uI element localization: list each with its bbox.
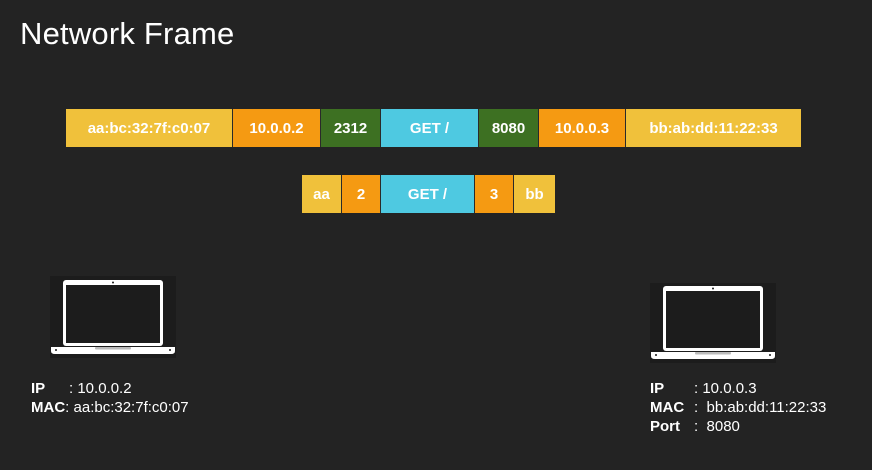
mac-sep: : — [694, 399, 707, 416]
frame-seg-src-ip-short: 2 — [342, 175, 381, 213]
frame-seg-dst-mac-short: bb — [514, 175, 555, 213]
host-left-info: IP: 10.0.0.2 MAC: aa:bc:32:7f:c0:07 — [31, 379, 189, 417]
frame-seg-src-port: 2312 — [321, 109, 381, 147]
ip-label: IP — [31, 380, 46, 397]
host-right-mac-value: bb:ab:dd:11:22:33 — [706, 399, 827, 416]
frame-seg-src-mac-short: aa — [302, 175, 342, 213]
page-title: Network Frame — [20, 16, 235, 51]
frame-seg-payload-short: GET / — [381, 175, 475, 213]
frame-full: aa:bc:32:7f:c0:07 10.0.0.2 2312 GET / 80… — [66, 109, 801, 147]
laptop-icon — [650, 283, 776, 363]
host-right-ip-line: IP: 10.0.0.3 — [650, 379, 826, 398]
host-right-port-value: 8080 — [706, 418, 740, 435]
frame-short: aa 2 GET / 3 bb — [302, 175, 555, 213]
port-sep: : — [694, 418, 707, 435]
frame-seg-payload: GET / — [381, 109, 479, 147]
port-label: Port — [650, 418, 680, 435]
frame-seg-dst-port: 8080 — [479, 109, 539, 147]
host-right-ip-value: 10.0.0.3 — [702, 380, 757, 397]
host-right-info: IP: 10.0.0.3 MAC: bb:ab:dd:11:22:33 Port… — [650, 379, 826, 436]
frame-seg-dst-ip-short: 3 — [475, 175, 514, 213]
laptop-icon — [50, 276, 176, 358]
host-left-ip-value: 10.0.0.2 — [77, 380, 132, 397]
host-left-mac-line: MAC: aa:bc:32:7f:c0:07 — [31, 398, 189, 417]
frame-seg-dst-ip: 10.0.0.3 — [539, 109, 626, 147]
frame-seg-src-mac: aa:bc:32:7f:c0:07 — [66, 109, 233, 147]
mac-sep: : — [65, 399, 74, 416]
ip-label: IP — [650, 380, 665, 397]
host-right-mac-line: MAC: bb:ab:dd:11:22:33 — [650, 398, 826, 417]
host-left-ip-line: IP: 10.0.0.2 — [31, 379, 189, 398]
mac-label: MAC — [650, 399, 685, 416]
host-right-port-line: Port: 8080 — [650, 417, 826, 436]
mac-label: MAC — [31, 399, 66, 416]
host-left-mac-value: aa:bc:32:7f:c0:07 — [73, 399, 189, 416]
frame-seg-src-ip: 10.0.0.2 — [233, 109, 321, 147]
frame-seg-dst-mac: bb:ab:dd:11:22:33 — [626, 109, 801, 147]
